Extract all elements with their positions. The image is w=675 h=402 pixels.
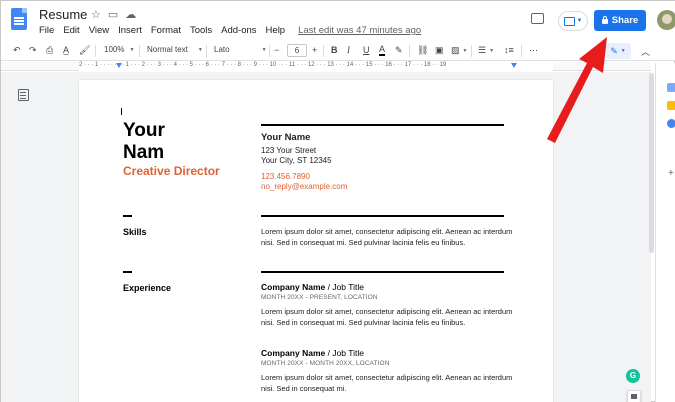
- document-title[interactable]: Resume: [39, 7, 87, 22]
- highlight-icon[interactable]: ✎: [395, 45, 403, 56]
- keep-icon[interactable]: [667, 101, 675, 110]
- decrease-size-icon[interactable]: −: [274, 45, 279, 55]
- menu-edit[interactable]: Edit: [63, 25, 79, 36]
- menu-file[interactable]: File: [39, 25, 54, 36]
- grammarly-icon[interactable]: G: [626, 369, 640, 383]
- section-marker: [123, 271, 132, 273]
- left-indent-marker[interactable]: [116, 63, 122, 68]
- chevron-down-icon: ▼: [129, 46, 135, 53]
- divider: [261, 124, 504, 126]
- font-select[interactable]: Lato ▼: [214, 45, 267, 54]
- increase-size-icon[interactable]: +: [312, 45, 317, 55]
- resume-role[interactable]: Creative Director: [123, 164, 220, 178]
- add-on-plus-icon[interactable]: +: [668, 168, 674, 179]
- star-icon[interactable]: ☆: [91, 8, 101, 21]
- job-description[interactable]: Lorem ipsum dolor sit amet, consectetur …: [261, 372, 513, 394]
- undo-icon[interactable]: ↶: [13, 45, 21, 56]
- side-panel: +: [655, 63, 675, 402]
- experience-heading[interactable]: Experience: [123, 283, 171, 293]
- avatar[interactable]: [657, 10, 675, 30]
- divider: [261, 271, 504, 273]
- job-title: / Job Title: [325, 348, 364, 358]
- comment-history-icon[interactable]: [531, 13, 544, 24]
- menu-insert[interactable]: Insert: [118, 25, 142, 36]
- menu-help[interactable]: Help: [266, 25, 286, 36]
- menu-addons[interactable]: Add-ons: [221, 25, 256, 36]
- section-marker: [123, 215, 132, 217]
- collapse-toolbar-icon[interactable]: ︿: [641, 45, 650, 58]
- add-comment-icon[interactable]: ▣: [435, 45, 444, 56]
- skills-heading[interactable]: Skills: [123, 227, 147, 237]
- job-company-title[interactable]: Company Name / Job Title: [261, 348, 364, 358]
- menu-tools[interactable]: Tools: [190, 25, 212, 36]
- move-folder-icon[interactable]: ▭: [108, 8, 118, 21]
- chevron-down-icon: ▼: [576, 18, 583, 24]
- font-size-input[interactable]: 6: [287, 44, 307, 57]
- vertical-scrollbar[interactable]: [649, 73, 654, 253]
- insert-image-icon[interactable]: ▨ ▼: [451, 45, 467, 56]
- style-select[interactable]: Normal text ▼: [147, 45, 203, 54]
- italic-button[interactable]: I: [347, 45, 350, 55]
- menu-bar: File Edit View Insert Format Tools Add-o…: [39, 25, 430, 36]
- underline-button[interactable]: U: [363, 45, 370, 55]
- job-company-title[interactable]: Company Name / Job Title: [261, 282, 364, 292]
- lock-icon: [601, 16, 608, 24]
- email-address[interactable]: no_reply@example.com: [261, 182, 347, 191]
- chevron-down-icon: ▼: [261, 46, 267, 53]
- cloud-status-icon[interactable]: ☁: [125, 8, 136, 21]
- divider: [261, 215, 504, 217]
- print-icon[interactable]: ⎙: [46, 45, 53, 56]
- annotation-arrow-icon: [547, 37, 607, 143]
- align-icon[interactable]: ☰ ▼: [478, 45, 494, 56]
- ruler-scale: 2 · · · 1 · · · · · · · 1 · · · 2 · · · …: [79, 62, 447, 68]
- spellcheck-icon[interactable]: A̲: [63, 45, 69, 55]
- share-label: Share: [611, 15, 639, 26]
- contact-name[interactable]: Your Name: [261, 132, 310, 143]
- menu-format[interactable]: Format: [151, 25, 181, 36]
- resume-name[interactable]: Your Nam: [123, 120, 165, 164]
- link-icon[interactable]: ⛓: [417, 45, 428, 56]
- right-indent-marker[interactable]: [511, 63, 517, 68]
- company-name: Company Name: [261, 282, 326, 292]
- job-dates[interactable]: MONTH 20XX - MONTH 20XX, LOCATION: [261, 360, 390, 367]
- text-color-button[interactable]: A: [379, 45, 386, 56]
- company-name: Company Name: [261, 348, 326, 358]
- docs-logo-icon[interactable]: [11, 8, 27, 30]
- tasks-icon[interactable]: [667, 119, 675, 128]
- paint-format-icon[interactable]: 🖌: [79, 45, 90, 56]
- last-edit-link[interactable]: Last edit was 47 minutes ago: [298, 25, 421, 36]
- document-page[interactable]: Your Nam Creative Director Your Name 123…: [79, 80, 553, 402]
- chevron-down-icon: ▼: [197, 46, 203, 53]
- document-outline-icon[interactable]: [18, 89, 29, 101]
- street-address[interactable]: 123 Your Street: [261, 146, 316, 155]
- menu-view[interactable]: View: [89, 25, 109, 36]
- skills-text[interactable]: Lorem ipsum dolor sit amet, consectetur …: [261, 226, 513, 248]
- phone-number[interactable]: 123.456.7890: [261, 172, 310, 181]
- job-title: / Job Title: [325, 282, 364, 292]
- resume-name-line1: Your: [123, 120, 165, 141]
- job-description[interactable]: Lorem ipsum dolor sit amet, consectetur …: [261, 306, 513, 328]
- zoom-select[interactable]: 100% ▼: [104, 45, 134, 54]
- explore-icon[interactable]: [627, 390, 641, 402]
- resume-name-line2: Nam: [123, 142, 165, 163]
- font-value: Lato: [214, 45, 230, 54]
- present-button[interactable]: ▼: [558, 11, 588, 31]
- text-cursor: [121, 108, 122, 115]
- job-dates[interactable]: MONTH 20XX - PRESENT, LOCATION: [261, 294, 378, 301]
- style-value: Normal text: [147, 45, 188, 54]
- line-spacing-icon[interactable]: ↕≡: [504, 45, 514, 55]
- present-icon: [563, 16, 575, 26]
- zoom-value: 100%: [104, 45, 125, 54]
- calendar-icon[interactable]: [667, 83, 675, 92]
- city-address[interactable]: Your City, ST 12345: [261, 156, 332, 165]
- share-button[interactable]: Share: [594, 10, 646, 31]
- bold-button[interactable]: B: [331, 45, 338, 55]
- redo-icon[interactable]: ↷: [29, 45, 37, 56]
